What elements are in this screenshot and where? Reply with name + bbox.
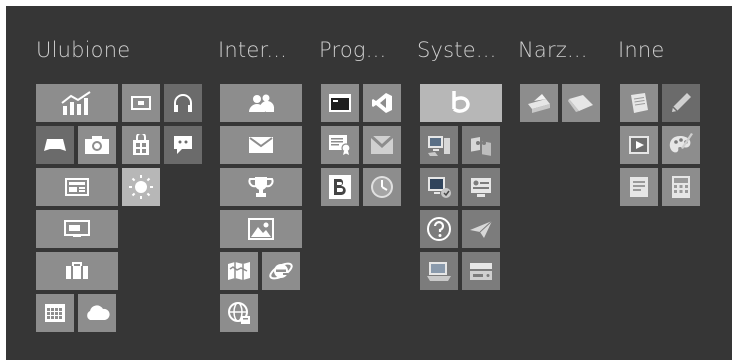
tile-help[interactable] <box>420 210 458 248</box>
tile-pc-settings[interactable] <box>462 126 500 164</box>
maps-icon <box>228 262 250 280</box>
group-title[interactable]: Ulubione <box>36 38 130 62</box>
camera-icon <box>85 136 109 154</box>
help-icon <box>427 217 451 241</box>
tile-b-app[interactable] <box>321 168 359 206</box>
tile-games[interactable] <box>36 126 74 164</box>
bing-logo-icon <box>452 91 470 113</box>
scanner-icon <box>528 94 550 113</box>
tile-paint[interactable] <box>662 126 700 164</box>
pc-settings-icon <box>471 137 491 156</box>
certificate-icon <box>329 135 351 155</box>
media-player-icon <box>629 136 649 154</box>
tile-document[interactable] <box>620 168 658 206</box>
tile-store[interactable] <box>122 126 160 164</box>
tile-camera[interactable] <box>78 126 116 164</box>
drive-icon <box>470 263 492 280</box>
news-icon <box>65 178 89 196</box>
gmail-icon <box>370 135 394 154</box>
briefcase-icon <box>66 262 88 279</box>
tile-send[interactable] <box>462 210 500 248</box>
tile-trophy[interactable] <box>220 168 302 206</box>
tile-mail[interactable] <box>220 126 302 164</box>
finance-chart-icon <box>61 91 91 115</box>
tile-news[interactable] <box>36 168 118 206</box>
tile-media-player[interactable] <box>620 126 658 164</box>
b-logo-icon <box>329 175 351 199</box>
tile-console[interactable] <box>321 84 359 122</box>
people-icon <box>249 94 275 112</box>
console-icon <box>329 94 351 112</box>
tile-bing[interactable] <box>420 84 502 122</box>
tile-finance[interactable] <box>36 84 118 122</box>
group-title[interactable]: Inne <box>618 38 665 62</box>
tile-drive[interactable] <box>462 252 500 290</box>
tile-certificate[interactable] <box>321 126 359 164</box>
tile-desktop[interactable] <box>420 168 458 206</box>
tile-feedback[interactable] <box>164 126 202 164</box>
tile-clock[interactable] <box>363 168 401 206</box>
cloud-icon <box>87 305 110 320</box>
tile-internet-explorer[interactable] <box>262 252 300 290</box>
group-title[interactable]: Inter... <box>218 38 287 62</box>
tile-network[interactable] <box>220 294 258 332</box>
tile-scanner[interactable] <box>520 84 558 122</box>
feedback-icon <box>174 136 192 154</box>
send-paper-plane-icon <box>470 220 493 238</box>
tile-photos[interactable] <box>220 210 302 248</box>
calculator-icon <box>672 176 690 198</box>
tile-system-image[interactable] <box>420 252 458 290</box>
tile-paper[interactable] <box>562 84 600 122</box>
tile-calendar[interactable] <box>36 294 74 332</box>
notepad-icon <box>631 93 648 113</box>
tile-travel[interactable] <box>36 252 118 290</box>
headphones-icon <box>174 94 192 112</box>
group-title[interactable]: Narz... <box>518 38 588 62</box>
tile-weather[interactable] <box>122 168 160 206</box>
group-title[interactable]: Prog... <box>319 38 386 62</box>
weather-sun-icon <box>129 175 153 199</box>
tile-computer[interactable] <box>420 126 458 164</box>
start-screen: Ulubione Inter... Prog... Syste... Narz.… <box>6 6 732 360</box>
store-bag-icon <box>133 134 149 155</box>
game-controller-icon <box>44 139 66 151</box>
pen-icon <box>672 93 691 112</box>
tile-maps[interactable] <box>220 252 258 290</box>
internet-explorer-icon <box>269 262 293 280</box>
clock-disc-icon <box>371 176 393 198</box>
visual-studio-icon <box>372 93 392 113</box>
trophy-icon <box>248 177 274 197</box>
photos-icon <box>248 218 274 240</box>
calendar-icon <box>45 304 65 322</box>
tile-visual-studio[interactable] <box>363 84 401 122</box>
network-globe-icon <box>228 302 250 324</box>
document-icon <box>630 177 648 197</box>
paint-icon <box>669 133 693 153</box>
tile-camera-small[interactable] <box>122 84 160 122</box>
tile-notepad[interactable] <box>620 84 658 122</box>
tile-pen[interactable] <box>662 84 700 122</box>
tile-calculator[interactable] <box>662 168 700 206</box>
tile-skydrive[interactable] <box>78 294 116 332</box>
desktop-icon <box>428 177 451 198</box>
computer-icon <box>428 136 450 156</box>
tile-gmail[interactable] <box>363 126 401 164</box>
tile-music[interactable] <box>164 84 202 122</box>
tile-people[interactable] <box>220 84 302 122</box>
tile-presentation[interactable] <box>36 210 118 248</box>
paper-icon <box>568 95 593 112</box>
group-title[interactable]: Syste... <box>417 38 496 62</box>
system-image-icon <box>427 262 451 281</box>
presentation-icon <box>64 220 90 237</box>
control-panel-icon <box>471 178 491 197</box>
mail-icon <box>249 137 273 153</box>
camera-small-icon <box>131 96 151 110</box>
tile-control-panel[interactable] <box>462 168 500 206</box>
